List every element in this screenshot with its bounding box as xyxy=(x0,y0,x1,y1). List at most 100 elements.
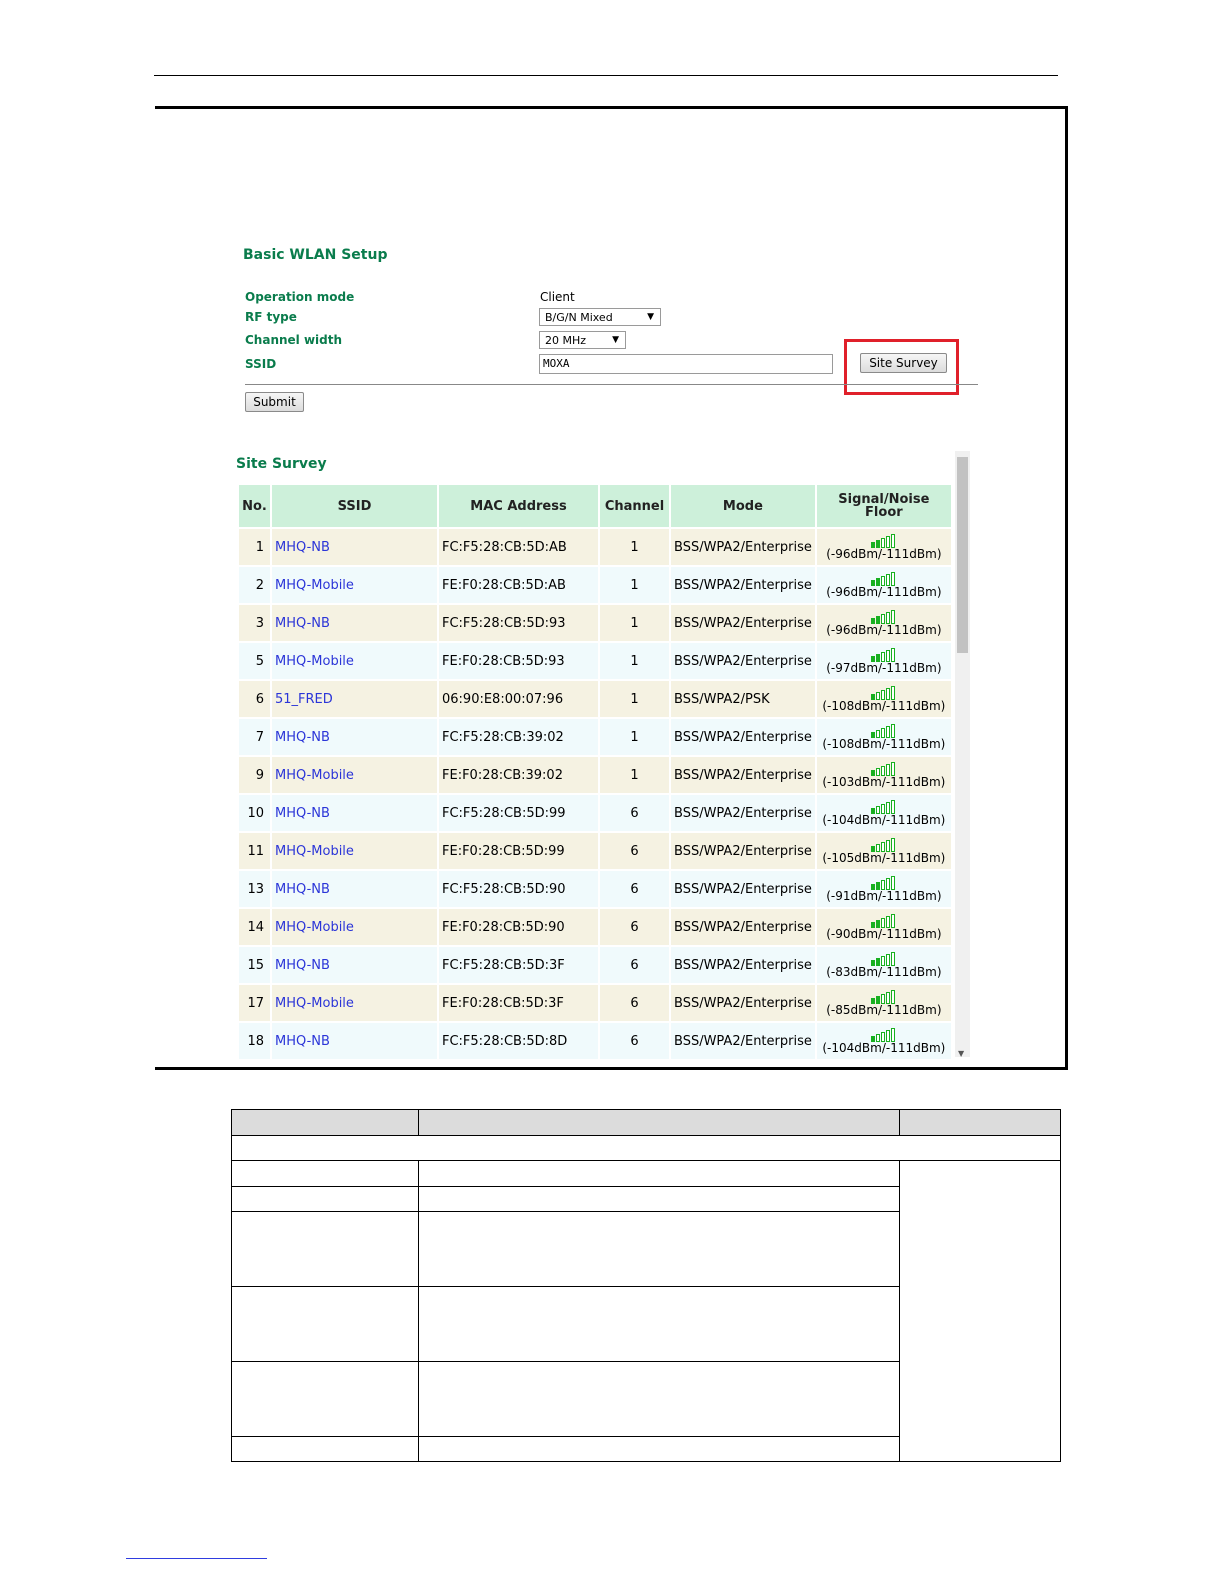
operation-mode-label: Operation mode xyxy=(245,290,355,304)
footer-link-underline[interactable] xyxy=(126,1558,267,1559)
table-row[interactable]: 13 MHQ-NB FC:F5:28:CB:5D:90 6 BSS/WPA2/Enter… xyxy=(239,871,951,907)
mode-cell: BSS/WPA2/Enterprise xyxy=(671,757,815,793)
ssid-cell: MHQ-NB xyxy=(272,947,437,983)
channel-width-selected: 20 MHz xyxy=(545,334,587,347)
ssid-cell: MHQ-Mobile xyxy=(272,985,437,1021)
signal-cell: (-96dBm/-111dBm) xyxy=(816,605,951,641)
mode-cell: BSS/WPA2/Enterprise xyxy=(671,833,815,869)
table-row[interactable]: 1 MHQ-NB FC:F5:28:CB:5D:AB 1 BSS/WPA2/Enterp… xyxy=(239,529,951,565)
channel-cell: 6 xyxy=(600,1023,669,1059)
ssid-link[interactable]: MHQ-NB xyxy=(275,882,330,897)
table-cell xyxy=(231,1109,419,1136)
mode-cell: BSS/WPA2/Enterprise xyxy=(671,529,815,565)
form-divider xyxy=(245,384,978,385)
signal-strength-icon xyxy=(871,799,896,814)
row-number: 3 xyxy=(239,605,270,641)
channel-cell: 1 xyxy=(600,567,669,603)
ssid-cell: MHQ-NB xyxy=(272,529,437,565)
rf-type-select[interactable]: B/G/N Mixed ▼ xyxy=(539,308,661,326)
signal-noise-text: (-108dBm/-111dBm) xyxy=(822,698,946,713)
signal-strength-icon xyxy=(871,761,896,776)
ssid-link[interactable]: MHQ-Mobile xyxy=(275,996,354,1011)
mac-address-cell: FC:F5:28:CB:5D:8D xyxy=(439,1023,598,1059)
ssid-input[interactable]: MOXA xyxy=(539,354,833,374)
table-row[interactable]: 17 MHQ-Mobile FE:F0:28:CB:5D:3F 6 BSS/WPA2/E… xyxy=(239,985,951,1021)
ssid-link[interactable]: MHQ-Mobile xyxy=(275,654,354,669)
table-row[interactable]: 5 MHQ-Mobile FE:F0:28:CB:5D:93 1 BSS/WPA2/En… xyxy=(239,643,951,679)
survey-scrollbar[interactable]: ▼ xyxy=(955,451,970,1058)
ssid-link[interactable]: MHQ-NB xyxy=(275,540,330,555)
signal-cell: (-103dBm/-111dBm) xyxy=(816,757,951,793)
signal-cell: (-104dBm/-111dBm) xyxy=(816,795,951,831)
scroll-down-arrow-icon[interactable]: ▼ xyxy=(958,1049,964,1058)
signal-strength-icon xyxy=(871,951,896,966)
table-cell xyxy=(231,1436,419,1462)
signal-cell: (-105dBm/-111dBm) xyxy=(816,833,951,869)
channel-cell: 6 xyxy=(600,833,669,869)
table-header-row: No. SSID MAC Address Channel Mode Signal… xyxy=(239,485,951,527)
table-row[interactable]: 9 MHQ-Mobile FE:F0:28:CB:39:02 1 BSS/WPA2/En… xyxy=(239,757,951,793)
mode-cell: BSS/WPA2/Enterprise xyxy=(671,871,815,907)
column-header-mode: Mode xyxy=(671,485,815,527)
ssid-link[interactable]: MHQ-NB xyxy=(275,730,330,745)
table-row[interactable]: 11 MHQ-Mobile FE:F0:28:CB:5D:99 6 BSS/WPA2/E… xyxy=(239,833,951,869)
table-cell xyxy=(231,1186,419,1212)
mode-cell: BSS/WPA2/Enterprise xyxy=(671,567,815,603)
ssid-link[interactable]: MHQ-Mobile xyxy=(275,920,354,935)
ssid-link[interactable]: MHQ-NB xyxy=(275,958,330,973)
signal-noise-text: (-104dBm/-111dBm) xyxy=(822,812,946,827)
mac-address-cell: FC:F5:28:CB:5D:3F xyxy=(439,947,598,983)
ssid-link[interactable]: MHQ-Mobile xyxy=(275,768,354,783)
table-row[interactable]: 7 MHQ-NB FC:F5:28:CB:39:02 1 BSS/WPA2/Enterp… xyxy=(239,719,951,755)
scrollbar-thumb[interactable] xyxy=(957,457,968,653)
channel-cell: 1 xyxy=(600,605,669,641)
table-cell xyxy=(418,1361,900,1437)
table-row[interactable]: 2 MHQ-Mobile FE:F0:28:CB:5D:AB 1 BSS/WPA2/En… xyxy=(239,567,951,603)
table-row xyxy=(231,1135,1061,1161)
channel-cell: 6 xyxy=(600,947,669,983)
ssid-link[interactable]: MHQ-NB xyxy=(275,806,330,821)
signal-strength-icon xyxy=(871,723,896,738)
table-row[interactable]: 10 MHQ-NB FC:F5:28:CB:5D:99 6 BSS/WPA2/Enter… xyxy=(239,795,951,831)
table-row[interactable]: 6 51_FRED 06:90:E8:00:07:96 1 BSS/WPA2/PSK (-… xyxy=(239,681,951,717)
table-cell xyxy=(418,1286,900,1362)
signal-noise-text: (-85dBm/-111dBm) xyxy=(826,1002,942,1017)
submit-button[interactable]: Submit xyxy=(245,392,304,412)
table-row[interactable]: 14 MHQ-Mobile FE:F0:28:CB:5D:90 6 BSS/WPA2/E… xyxy=(239,909,951,945)
row-number: 2 xyxy=(239,567,270,603)
channel-cell: 6 xyxy=(600,795,669,831)
channel-cell: 1 xyxy=(600,757,669,793)
table-row[interactable]: 3 MHQ-NB FC:F5:28:CB:5D:93 1 BSS/WPA2/Enterp… xyxy=(239,605,951,641)
ssid-cell: MHQ-NB xyxy=(272,605,437,641)
channel-width-label: Channel width xyxy=(245,333,343,347)
dropdown-arrow-icon: ▼ xyxy=(647,312,654,322)
ssid-cell: MHQ-Mobile xyxy=(272,757,437,793)
table-cell xyxy=(899,1109,1061,1136)
mac-address-cell: FC:F5:28:CB:5D:99 xyxy=(439,795,598,831)
ssid-link[interactable]: MHQ-Mobile xyxy=(275,844,354,859)
ssid-cell: MHQ-Mobile xyxy=(272,643,437,679)
signal-strength-icon xyxy=(871,685,896,700)
row-number: 15 xyxy=(239,947,270,983)
ssid-link[interactable]: MHQ-Mobile xyxy=(275,578,354,593)
settings-description-table xyxy=(231,1109,1061,1462)
mac-address-cell: FC:F5:28:CB:5D:90 xyxy=(439,871,598,907)
column-header-ssid: SSID xyxy=(272,485,437,527)
page-header-rule xyxy=(154,75,1058,76)
table-row[interactable]: 18 MHQ-NB FC:F5:28:CB:5D:8D 6 BSS/WPA2/Enter… xyxy=(239,1023,951,1059)
channel-cell: 1 xyxy=(600,643,669,679)
signal-cell: (-97dBm/-111dBm) xyxy=(816,643,951,679)
signal-strength-icon xyxy=(871,1027,896,1042)
ssid-link[interactable]: MHQ-NB xyxy=(275,1034,330,1049)
signal-strength-icon xyxy=(871,913,896,928)
site-survey-title: Site Survey xyxy=(236,456,327,472)
ssid-link[interactable]: 51_FRED xyxy=(275,692,333,707)
table-row[interactable]: 15 MHQ-NB FC:F5:28:CB:5D:3F 6 BSS/WPA2/Enter… xyxy=(239,947,951,983)
mac-address-cell: FC:F5:28:CB:5D:93 xyxy=(439,605,598,641)
table-cell xyxy=(231,1135,1061,1161)
channel-width-select[interactable]: 20 MHz ▼ xyxy=(539,331,626,349)
mac-address-cell: FC:F5:28:CB:5D:AB xyxy=(439,529,598,565)
ssid-link[interactable]: MHQ-NB xyxy=(275,616,330,631)
table-cell xyxy=(418,1109,900,1136)
row-number: 14 xyxy=(239,909,270,945)
